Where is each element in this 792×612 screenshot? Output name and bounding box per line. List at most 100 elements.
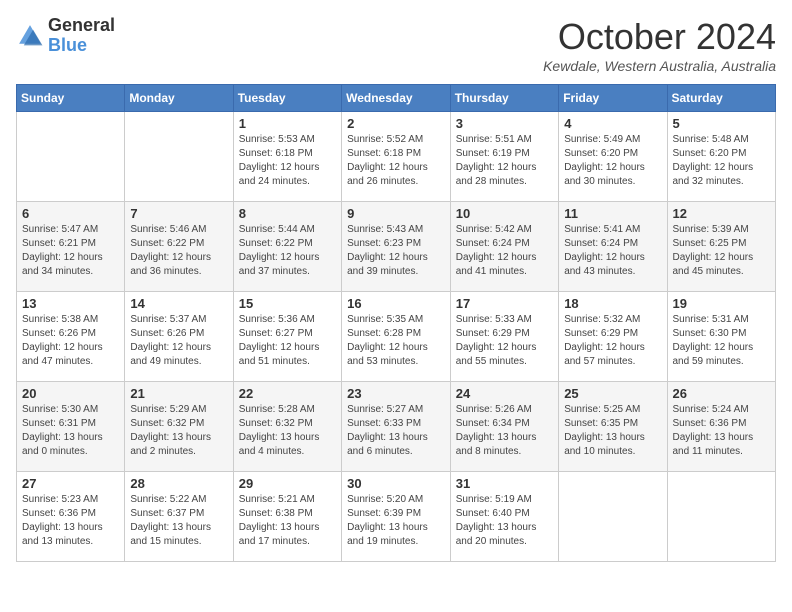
table-row: 6 Sunrise: 5:47 AM Sunset: 6:21 PM Dayli… xyxy=(17,202,125,292)
daylight-text: Daylight: 13 hours and 11 minutes. xyxy=(673,432,754,457)
daylight-text: Daylight: 12 hours and 49 minutes. xyxy=(130,342,211,367)
sunrise-text: Sunrise: 5:39 AM xyxy=(673,224,749,235)
day-info: Sunrise: 5:48 AM Sunset: 6:20 PM Dayligh… xyxy=(673,133,771,189)
day-info: Sunrise: 5:25 AM Sunset: 6:35 PM Dayligh… xyxy=(564,403,661,459)
sunset-text: Sunset: 6:32 PM xyxy=(130,418,204,429)
table-row: 17 Sunrise: 5:33 AM Sunset: 6:29 PM Dayl… xyxy=(450,292,558,382)
day-number: 19 xyxy=(673,296,771,311)
sunrise-text: Sunrise: 5:30 AM xyxy=(22,404,98,415)
sunset-text: Sunset: 6:26 PM xyxy=(130,328,204,339)
sunset-text: Sunset: 6:35 PM xyxy=(564,418,638,429)
sunset-text: Sunset: 6:32 PM xyxy=(239,418,313,429)
location-text: Kewdale, Western Australia, Australia xyxy=(543,58,776,74)
day-number: 30 xyxy=(347,476,445,491)
day-info: Sunrise: 5:41 AM Sunset: 6:24 PM Dayligh… xyxy=(564,223,661,279)
sunset-text: Sunset: 6:24 PM xyxy=(564,238,638,249)
col-tuesday: Tuesday xyxy=(233,85,341,112)
sunset-text: Sunset: 6:24 PM xyxy=(456,238,530,249)
table-row: 10 Sunrise: 5:42 AM Sunset: 6:24 PM Dayl… xyxy=(450,202,558,292)
sunset-text: Sunset: 6:40 PM xyxy=(456,508,530,519)
table-row: 2 Sunrise: 5:52 AM Sunset: 6:18 PM Dayli… xyxy=(342,112,451,202)
table-row: 29 Sunrise: 5:21 AM Sunset: 6:38 PM Dayl… xyxy=(233,472,341,562)
day-info: Sunrise: 5:39 AM Sunset: 6:25 PM Dayligh… xyxy=(673,223,771,279)
table-row: 19 Sunrise: 5:31 AM Sunset: 6:30 PM Dayl… xyxy=(667,292,776,382)
day-number: 28 xyxy=(130,476,227,491)
daylight-text: Daylight: 12 hours and 57 minutes. xyxy=(564,342,645,367)
day-info: Sunrise: 5:29 AM Sunset: 6:32 PM Dayligh… xyxy=(130,403,227,459)
day-number: 26 xyxy=(673,386,771,401)
sunset-text: Sunset: 6:20 PM xyxy=(673,148,747,159)
sunrise-text: Sunrise: 5:37 AM xyxy=(130,314,206,325)
day-number: 14 xyxy=(130,296,227,311)
table-row: 21 Sunrise: 5:29 AM Sunset: 6:32 PM Dayl… xyxy=(125,382,233,472)
daylight-text: Daylight: 12 hours and 32 minutes. xyxy=(673,162,754,187)
day-number: 8 xyxy=(239,206,336,221)
daylight-text: Daylight: 12 hours and 51 minutes. xyxy=(239,342,320,367)
day-number: 31 xyxy=(456,476,553,491)
logo-icon xyxy=(16,22,44,50)
calendar-week-5: 27 Sunrise: 5:23 AM Sunset: 6:36 PM Dayl… xyxy=(17,472,776,562)
daylight-text: Daylight: 12 hours and 59 minutes. xyxy=(673,342,754,367)
sunset-text: Sunset: 6:39 PM xyxy=(347,508,421,519)
day-number: 5 xyxy=(673,116,771,131)
day-number: 1 xyxy=(239,116,336,131)
sunset-text: Sunset: 6:23 PM xyxy=(347,238,421,249)
table-row: 28 Sunrise: 5:22 AM Sunset: 6:37 PM Dayl… xyxy=(125,472,233,562)
sunrise-text: Sunrise: 5:53 AM xyxy=(239,134,315,145)
sunset-text: Sunset: 6:19 PM xyxy=(456,148,530,159)
sunrise-text: Sunrise: 5:52 AM xyxy=(347,134,423,145)
table-row: 22 Sunrise: 5:28 AM Sunset: 6:32 PM Dayl… xyxy=(233,382,341,472)
table-row: 16 Sunrise: 5:35 AM Sunset: 6:28 PM Dayl… xyxy=(342,292,451,382)
daylight-text: Daylight: 13 hours and 2 minutes. xyxy=(130,432,211,457)
sunset-text: Sunset: 6:36 PM xyxy=(22,508,96,519)
day-info: Sunrise: 5:30 AM Sunset: 6:31 PM Dayligh… xyxy=(22,403,119,459)
sunset-text: Sunset: 6:33 PM xyxy=(347,418,421,429)
sunrise-text: Sunrise: 5:36 AM xyxy=(239,314,315,325)
col-saturday: Saturday xyxy=(667,85,776,112)
sunrise-text: Sunrise: 5:27 AM xyxy=(347,404,423,415)
sunrise-text: Sunrise: 5:47 AM xyxy=(22,224,98,235)
table-row: 11 Sunrise: 5:41 AM Sunset: 6:24 PM Dayl… xyxy=(559,202,667,292)
daylight-text: Daylight: 12 hours and 26 minutes. xyxy=(347,162,428,187)
calendar-week-3: 13 Sunrise: 5:38 AM Sunset: 6:26 PM Dayl… xyxy=(17,292,776,382)
sunset-text: Sunset: 6:25 PM xyxy=(673,238,747,249)
day-number: 18 xyxy=(564,296,661,311)
table-row: 18 Sunrise: 5:32 AM Sunset: 6:29 PM Dayl… xyxy=(559,292,667,382)
day-info: Sunrise: 5:24 AM Sunset: 6:36 PM Dayligh… xyxy=(673,403,771,459)
table-row: 5 Sunrise: 5:48 AM Sunset: 6:20 PM Dayli… xyxy=(667,112,776,202)
sunrise-text: Sunrise: 5:22 AM xyxy=(130,494,206,505)
day-number: 22 xyxy=(239,386,336,401)
table-row: 13 Sunrise: 5:38 AM Sunset: 6:26 PM Dayl… xyxy=(17,292,125,382)
daylight-text: Daylight: 13 hours and 13 minutes. xyxy=(22,522,103,547)
sunrise-text: Sunrise: 5:25 AM xyxy=(564,404,640,415)
daylight-text: Daylight: 12 hours and 53 minutes. xyxy=(347,342,428,367)
sunrise-text: Sunrise: 5:51 AM xyxy=(456,134,532,145)
sunset-text: Sunset: 6:26 PM xyxy=(22,328,96,339)
day-info: Sunrise: 5:26 AM Sunset: 6:34 PM Dayligh… xyxy=(456,403,553,459)
day-number: 13 xyxy=(22,296,119,311)
month-title: October 2024 xyxy=(543,16,776,58)
day-info: Sunrise: 5:47 AM Sunset: 6:21 PM Dayligh… xyxy=(22,223,119,279)
daylight-text: Daylight: 13 hours and 19 minutes. xyxy=(347,522,428,547)
daylight-text: Daylight: 12 hours and 39 minutes. xyxy=(347,252,428,277)
sunrise-text: Sunrise: 5:42 AM xyxy=(456,224,532,235)
daylight-text: Daylight: 13 hours and 8 minutes. xyxy=(456,432,537,457)
day-info: Sunrise: 5:44 AM Sunset: 6:22 PM Dayligh… xyxy=(239,223,336,279)
sunrise-text: Sunrise: 5:24 AM xyxy=(673,404,749,415)
logo-text: General Blue xyxy=(48,16,115,56)
day-info: Sunrise: 5:35 AM Sunset: 6:28 PM Dayligh… xyxy=(347,313,445,369)
daylight-text: Daylight: 13 hours and 17 minutes. xyxy=(239,522,320,547)
day-number: 25 xyxy=(564,386,661,401)
day-number: 12 xyxy=(673,206,771,221)
table-row: 7 Sunrise: 5:46 AM Sunset: 6:22 PM Dayli… xyxy=(125,202,233,292)
day-number: 4 xyxy=(564,116,661,131)
day-number: 23 xyxy=(347,386,445,401)
sunrise-text: Sunrise: 5:32 AM xyxy=(564,314,640,325)
daylight-text: Daylight: 12 hours and 28 minutes. xyxy=(456,162,537,187)
day-info: Sunrise: 5:37 AM Sunset: 6:26 PM Dayligh… xyxy=(130,313,227,369)
sunset-text: Sunset: 6:36 PM xyxy=(673,418,747,429)
sunrise-text: Sunrise: 5:43 AM xyxy=(347,224,423,235)
day-number: 3 xyxy=(456,116,553,131)
sunrise-text: Sunrise: 5:31 AM xyxy=(673,314,749,325)
table-row: 9 Sunrise: 5:43 AM Sunset: 6:23 PM Dayli… xyxy=(342,202,451,292)
